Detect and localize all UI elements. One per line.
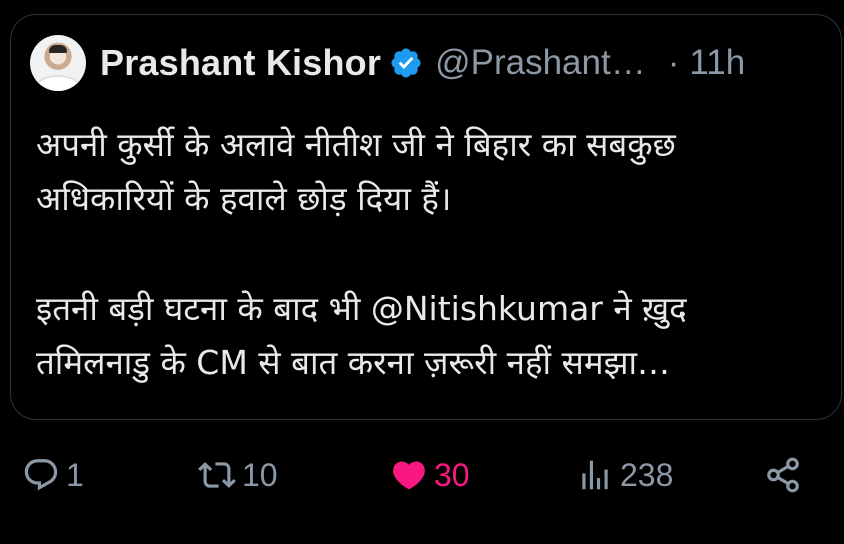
like-button[interactable]: 30	[390, 446, 470, 504]
tweet-header: Prashant Kishor @Prashant… · 11h	[30, 34, 745, 92]
author-display-name[interactable]: Prashant Kishor	[100, 42, 381, 84]
tweet-text-line: तमिलनाडु के CM से बात करना ज़रूरी नहीं स…	[36, 343, 671, 382]
author-handle[interactable]: @Prashant…	[435, 43, 646, 83]
tweet-action-bar: 1 10 30 238	[0, 446, 844, 504]
heart-icon	[393, 461, 425, 490]
tweet-text-line: अधिकारियों के हवाले छोड़ दिया हैं।	[36, 179, 452, 218]
share-icon	[767, 457, 799, 493]
retweet-icon	[198, 462, 236, 488]
tweet-text-line: इतनी बड़ी घटना के बाद भी @Nitishkumar ने…	[36, 289, 687, 328]
tweet-text-line: अपनी कुर्सी के अलावे नीतीश जी ने बिहार क…	[36, 125, 676, 164]
verified-badge-icon	[391, 48, 421, 78]
reply-count: 1	[66, 456, 84, 493]
retweet-button[interactable]: 10	[198, 446, 278, 504]
reply-button[interactable]: 1	[22, 446, 84, 504]
retweet-count: 10	[242, 456, 278, 493]
like-count: 30	[434, 456, 470, 493]
header-separator: ·	[667, 43, 680, 82]
views-count: 238	[620, 456, 674, 493]
reply-icon	[24, 459, 58, 491]
avatar[interactable]	[30, 35, 86, 91]
share-button[interactable]	[764, 446, 802, 504]
views-icon	[582, 460, 608, 490]
views-button[interactable]: 238	[576, 446, 673, 504]
tweet-timestamp[interactable]: 11h	[689, 43, 745, 83]
